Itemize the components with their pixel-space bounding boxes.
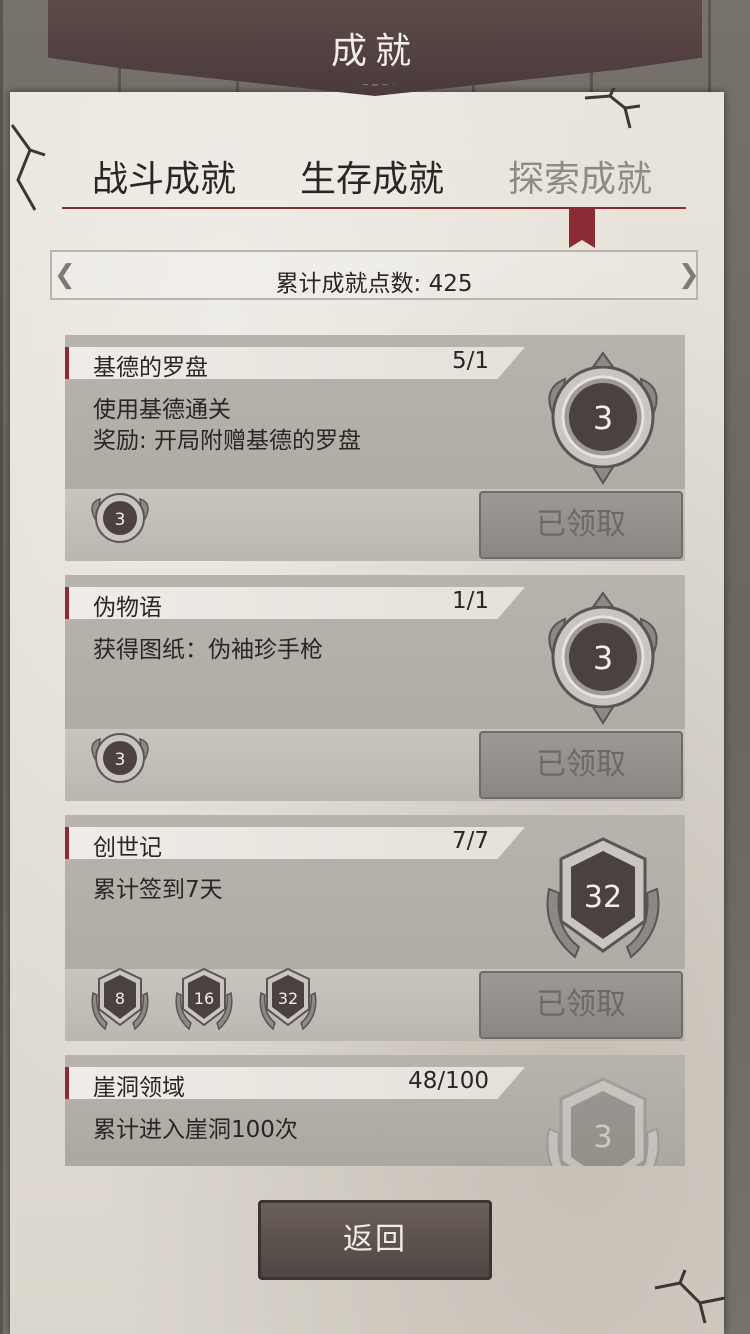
small-round-medal-icon: 3 bbox=[91, 733, 149, 783]
round-medal-icon: 3 bbox=[548, 351, 658, 485]
tab-survival[interactable]: 生存成就 bbox=[300, 150, 444, 202]
crack-decoration-bottom-right bbox=[654, 1269, 726, 1324]
achievement-card: 崖洞领域 48/100 累计进入崖洞100次 3 bbox=[65, 1055, 685, 1166]
shield-medal-icon: 32 bbox=[546, 837, 660, 959]
description-line: 累计签到7天 bbox=[93, 877, 223, 903]
medal-value: 3 bbox=[593, 399, 613, 437]
small-medal-value: 16 bbox=[194, 989, 214, 1008]
claimed-button[interactable]: 已领取 bbox=[479, 731, 683, 799]
claimed-button[interactable]: 已领取 bbox=[479, 491, 683, 559]
claimed-button[interactable]: 已领取 bbox=[479, 971, 683, 1039]
small-round-medal-icon: 3 bbox=[91, 493, 149, 543]
description-line: 奖励: 开局附赠基德的罗盘 bbox=[93, 428, 362, 454]
locked-shield-medal-icon: 3 bbox=[546, 1077, 660, 1166]
achievement-card: 基德的罗盘 5/1 使用基德通关 奖励: 开局附赠基德的罗盘 3 3 已领取 bbox=[65, 335, 685, 561]
tab-battle[interactable]: 战斗成就 bbox=[92, 150, 236, 202]
back-button[interactable]: 返回 bbox=[258, 1200, 492, 1280]
small-medal-value: 32 bbox=[278, 989, 298, 1008]
achievement-progress: 1/1 bbox=[451, 588, 489, 614]
crack-decoration-top-right bbox=[584, 88, 641, 129]
achievement-description: 使用基德通关 奖励: 开局附赠基德的罗盘 bbox=[93, 395, 361, 457]
achievement-description: 累计进入崖洞100次 bbox=[93, 1115, 298, 1146]
achievement-description: 累计签到7天 bbox=[93, 875, 223, 906]
total-points-bar: ❮ 累计成就点数: 425 ❯ bbox=[50, 250, 700, 300]
achievement-name: 崖洞领域 bbox=[93, 1075, 185, 1101]
achievement-progress: 5/1 bbox=[451, 348, 489, 374]
achievement-progress: 48/100 bbox=[408, 1068, 489, 1094]
medal-value: 32 bbox=[584, 880, 622, 915]
medal-value: 3 bbox=[593, 639, 613, 677]
tab-explore[interactable]: 探索成就 bbox=[508, 150, 652, 202]
achievement-progress: 7/7 bbox=[451, 828, 489, 854]
small-medal-value: 8 bbox=[115, 989, 125, 1008]
achievement-card: 创世记 7/7 累计签到7天 32 8 16 32 已领取 bbox=[65, 815, 685, 1041]
small-medal-value: 3 bbox=[115, 510, 126, 530]
small-medal-value: 3 bbox=[115, 750, 126, 770]
small-shield-medal-icon: 16 bbox=[175, 967, 233, 1031]
corner-ornament-right-icon: ❯ bbox=[678, 260, 700, 290]
crack-decoration-left bbox=[10, 124, 46, 211]
achievement-name: 基德的罗盘 bbox=[93, 355, 208, 381]
description-line: 累计进入崖洞100次 bbox=[93, 1117, 298, 1143]
achievement-description: 获得图纸：伪袖珍手枪 bbox=[93, 635, 323, 666]
total-points-text: 累计成就点数: 425 bbox=[275, 271, 473, 297]
achievement-name: 创世记 bbox=[93, 835, 162, 861]
achievement-card: 伪物语 1/1 获得图纸：伪袖珍手枪 3 3 已领取 bbox=[65, 575, 685, 801]
small-shield-medal-icon: 32 bbox=[259, 967, 317, 1031]
tab-bar: 战斗成就 生存成就 探索成就 bbox=[62, 150, 686, 210]
medal-value: 3 bbox=[593, 1120, 612, 1155]
round-medal-icon: 3 bbox=[548, 591, 658, 725]
small-shield-medal-icon: 8 bbox=[91, 967, 149, 1031]
achievement-name: 伪物语 bbox=[93, 595, 162, 621]
description-line: 获得图纸：伪袖珍手枪 bbox=[93, 637, 323, 663]
page-title: 成就 bbox=[330, 31, 419, 72]
description-line: 使用基德通关 bbox=[93, 397, 231, 423]
